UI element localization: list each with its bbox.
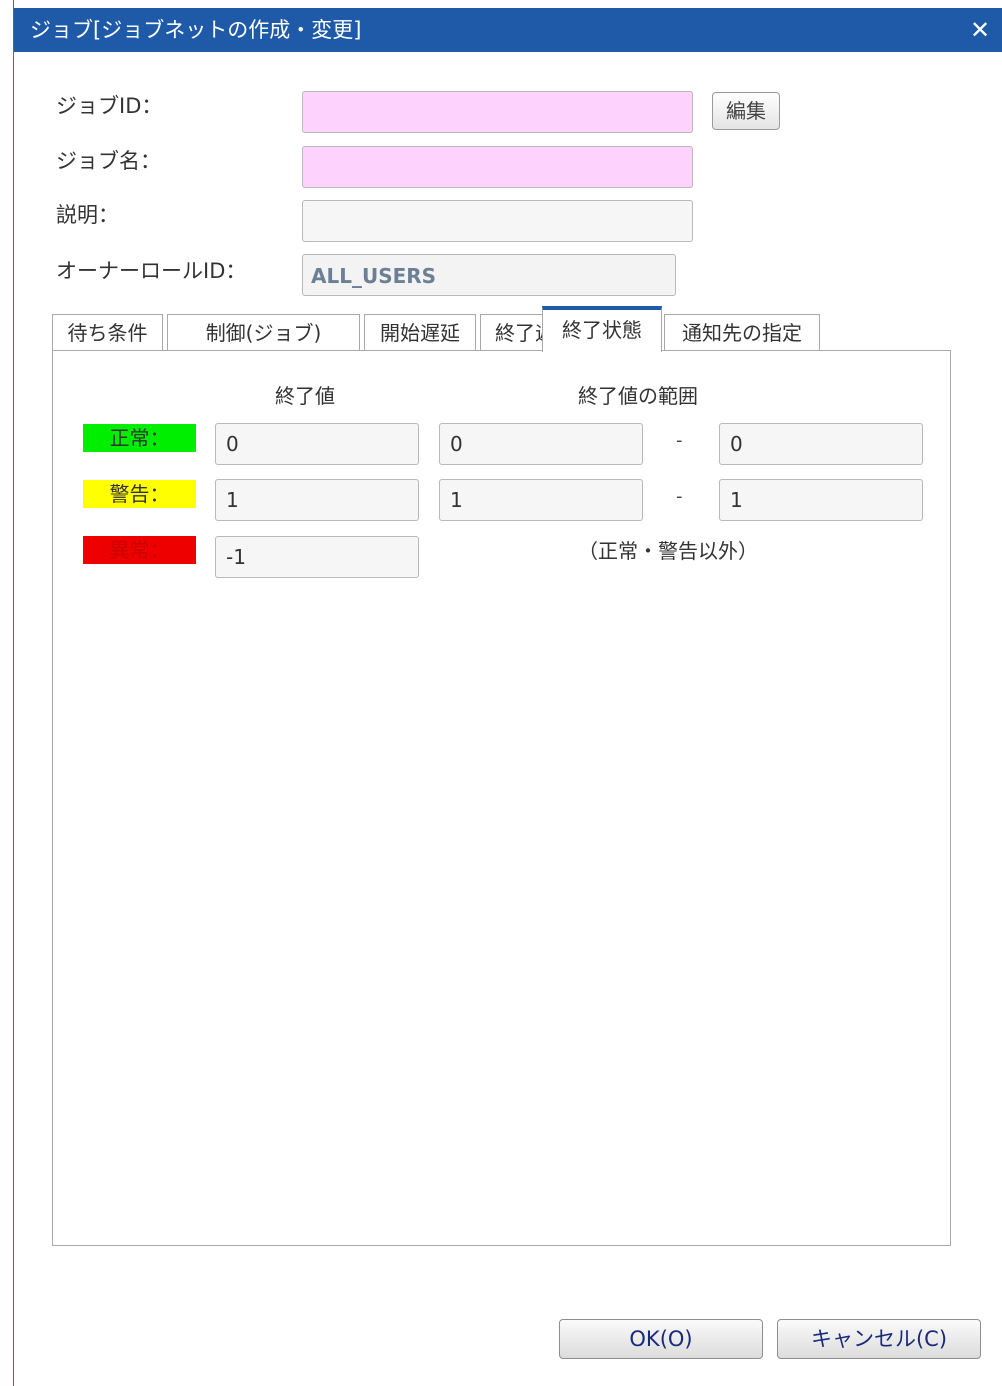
- dialog-window: ジョブ[ジョブネットの作成・変更] ✕ ジョブID： 編集 ジョブ名： 説明： …: [0, 0, 1002, 1386]
- title-bar: ジョブ[ジョブネットの作成・変更] ✕: [14, 8, 1002, 52]
- status-warning-badge: 警告：: [83, 480, 196, 508]
- warning-end-value-field[interactable]: 1: [215, 479, 419, 521]
- cancel-button[interactable]: キャンセル(C): [777, 1319, 981, 1359]
- status-error-badge: 異常：: [83, 536, 196, 564]
- job-name-label: ジョブ名：: [56, 149, 161, 173]
- edit-button[interactable]: 編集: [712, 92, 780, 130]
- description-input[interactable]: [302, 200, 693, 242]
- error-end-value-field[interactable]: -1: [215, 536, 419, 578]
- end-value-header: 終了値: [275, 384, 335, 408]
- job-id-label: ジョブID：: [56, 94, 163, 118]
- tab-notification[interactable]: 通知先の指定: [664, 314, 820, 352]
- job-name-input[interactable]: [302, 146, 693, 188]
- ok-button[interactable]: OK(O): [559, 1319, 763, 1359]
- normal-range-to-field[interactable]: 0: [719, 423, 923, 465]
- description-label: 説明：: [56, 203, 119, 227]
- tab-end-state[interactable]: 終了状態: [542, 306, 662, 352]
- normal-end-value-field[interactable]: 0: [215, 423, 419, 465]
- close-icon[interactable]: ✕: [966, 16, 994, 44]
- tab-start-delay[interactable]: 開始遅延: [364, 314, 476, 352]
- window-title: ジョブ[ジョブネットの作成・変更]: [30, 18, 362, 42]
- warning-range-dash: -: [676, 486, 683, 507]
- warning-range-from-field[interactable]: 1: [439, 479, 643, 521]
- error-range-note: （正常・警告以外）: [578, 539, 758, 563]
- owner-role-label: オーナーロールID：: [56, 259, 247, 283]
- warning-range-to-field[interactable]: 1: [719, 479, 923, 521]
- tab-wait-condition[interactable]: 待ち条件: [52, 314, 163, 352]
- normal-range-dash: -: [676, 430, 683, 451]
- tab-control-job[interactable]: 制御(ジョブ): [167, 314, 360, 352]
- end-value-range-header: 終了値の範囲: [578, 384, 698, 408]
- status-normal-badge: 正常：: [83, 424, 196, 452]
- window-left-edge: [0, 0, 14, 1386]
- job-id-input[interactable]: [302, 91, 693, 133]
- normal-range-from-field[interactable]: 0: [439, 423, 643, 465]
- owner-role-field: ALL_USERS: [302, 254, 676, 296]
